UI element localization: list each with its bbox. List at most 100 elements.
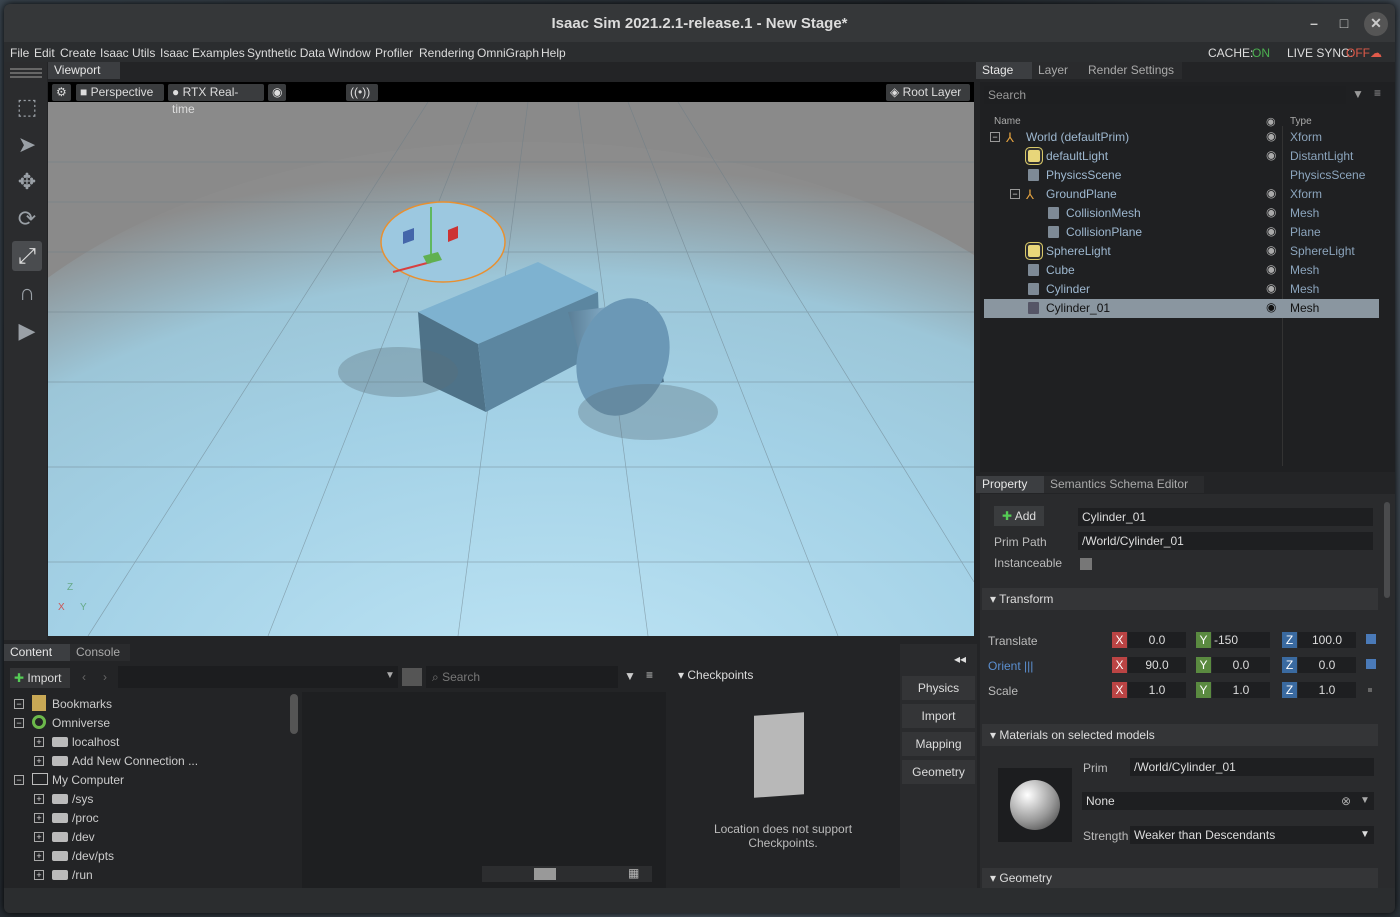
eye-icon[interactable]: ◉ — [1266, 262, 1276, 276]
collapse-icon[interactable]: − — [14, 718, 24, 728]
tree-sys[interactable]: /sys — [72, 792, 93, 806]
collapse-icon[interactable]: − — [14, 699, 24, 709]
physics-button[interactable]: Physics — [902, 676, 975, 700]
expand-icon[interactable]: + — [34, 756, 44, 766]
tab-semantics-schema-editor[interactable]: Semantics Schema Editor — [1044, 476, 1204, 493]
select-arrow-icon[interactable]: ➤ — [12, 130, 42, 160]
translate-key-icon[interactable] — [1366, 634, 1376, 644]
stage-row-defaultlight[interactable]: defaultLight ◉ DistantLight — [984, 147, 1379, 166]
tree-proc[interactable]: /proc — [72, 811, 99, 825]
stage-row-groundplane[interactable]: − ⅄ GroundPlane ◉ Xform — [984, 185, 1379, 204]
menu-isaac-examples[interactable]: Isaac Examples — [160, 46, 245, 60]
menu-isaac-utils[interactable]: Isaac Utils — [100, 46, 155, 60]
slider-handle[interactable] — [534, 868, 556, 880]
material-dropdown-icon[interactable]: ▼ — [1360, 795, 1370, 806]
translate-y-field[interactable]: -150 — [1212, 632, 1270, 648]
menu-create[interactable]: Create — [60, 46, 96, 60]
minimize-icon[interactable]: – — [1302, 12, 1326, 36]
bookmark-icon[interactable] — [402, 668, 422, 686]
collapse-icon[interactable]: − — [14, 775, 24, 785]
stage-options-icon[interactable]: ≡ — [1374, 86, 1381, 100]
filter-icon[interactable]: ▼ — [1352, 87, 1364, 101]
orient-key-icon[interactable] — [1366, 659, 1376, 669]
move-icon[interactable]: ✥ — [12, 167, 42, 197]
filter-icon[interactable]: ▼ — [624, 669, 636, 683]
menu-omnigraph[interactable]: OmniGraph — [477, 46, 539, 60]
viewport-canvas[interactable]: Z X Y — [48, 82, 974, 636]
stage-row-cylinder-01[interactable]: Cylinder_01 ◉ Mesh — [984, 299, 1379, 318]
viewport-scene[interactable] — [48, 82, 974, 636]
root-layer-button[interactable]: ◈ Root Layer — [886, 84, 970, 101]
add-button[interactable]: ✚ Add — [994, 506, 1044, 526]
tab-viewport[interactable]: Viewport — [48, 62, 120, 79]
stage-row-world[interactable]: − ⅄ World (defaultPrim) ◉ Xform — [984, 128, 1379, 147]
content-options-icon[interactable]: ≡ — [646, 668, 653, 682]
tab-render-settings[interactable]: Render Settings — [1082, 62, 1182, 79]
visibility-eye-icon[interactable]: ◉ — [268, 84, 287, 101]
expand-icon[interactable]: + — [34, 851, 44, 861]
eye-icon[interactable]: ◉ — [1266, 243, 1276, 257]
tree-add-connection[interactable]: Add New Connection ... — [72, 754, 198, 768]
cache-status[interactable]: ON — [1252, 46, 1270, 60]
stage-row-cube[interactable]: Cube ◉ Mesh — [984, 261, 1379, 280]
broadcast-icon[interactable]: ((•)) — [346, 84, 378, 101]
geometry-button[interactable]: Geometry — [902, 760, 975, 784]
eye-icon[interactable]: ◉ — [1266, 205, 1276, 219]
play-icon[interactable]: ▶ — [12, 316, 42, 346]
menu-profiler[interactable]: Profiler — [375, 46, 413, 60]
thumbnail-size-slider[interactable] — [482, 866, 652, 882]
menu-window[interactable]: Window — [328, 46, 371, 60]
geometry-section-header[interactable]: ▾ Geometry — [982, 868, 1378, 888]
clear-material-icon[interactable]: ⊗ — [1341, 794, 1351, 808]
rotate-icon[interactable]: ⟳ — [12, 204, 42, 234]
maximize-icon[interactable]: □ — [1332, 12, 1356, 36]
tree-localhost[interactable]: localhost — [72, 735, 119, 749]
stage-row-collisionplane[interactable]: CollisionPlane ◉ Plane — [984, 223, 1379, 242]
expand-icon[interactable]: + — [34, 737, 44, 747]
strength-select[interactable]: Weaker than Descendants — [1130, 826, 1374, 844]
collapse-icon[interactable]: − — [1010, 189, 1020, 199]
scale-key-icon[interactable] — [1368, 688, 1372, 692]
orient-x-field[interactable]: 90.0 — [1128, 657, 1186, 673]
stage-row-cylinder[interactable]: Cylinder ◉ Mesh — [984, 280, 1379, 299]
tree-dev[interactable]: /dev — [72, 830, 95, 844]
menu-help[interactable]: Help — [541, 46, 566, 60]
expand-icon[interactable]: + — [34, 813, 44, 823]
live-sync-status[interactable]: OFF — [1346, 46, 1370, 60]
tab-property[interactable]: Property — [976, 476, 1044, 493]
prim-name-field[interactable]: Cylinder_01 — [1078, 508, 1373, 526]
select-mode-icon[interactable]: ⬚ — [12, 92, 42, 122]
expand-icon[interactable]: + — [34, 794, 44, 804]
menu-file[interactable]: File — [10, 46, 29, 60]
orient-y-field[interactable]: 0.0 — [1212, 657, 1270, 673]
orient-label[interactable]: Orient ||| — [988, 659, 1033, 673]
instanceable-checkbox[interactable] — [1080, 558, 1092, 570]
eye-icon[interactable]: ◉ — [1266, 300, 1276, 314]
scale-x-field[interactable]: 1.0 — [1128, 682, 1186, 698]
scale-y-field[interactable]: 1.0 — [1212, 682, 1270, 698]
tab-content[interactable]: Content — [4, 644, 70, 661]
menu-rendering[interactable]: Rendering — [419, 46, 474, 60]
snap-magnet-icon[interactable]: ∩ — [12, 278, 42, 308]
stage-row-physicsscene[interactable]: PhysicsScene PhysicsScene — [984, 166, 1379, 185]
import-button[interactable]: ✚ Import — [10, 668, 70, 688]
eye-icon[interactable]: ◉ — [1266, 129, 1276, 143]
stage-row-collisionmesh[interactable]: CollisionMesh ◉ Mesh — [984, 204, 1379, 223]
forward-icon[interactable]: › — [103, 670, 107, 684]
close-icon[interactable]: ✕ — [1364, 12, 1388, 36]
eye-icon[interactable]: ◉ — [1266, 148, 1276, 162]
collapse-panel-icon[interactable]: ◂◂ — [954, 652, 966, 666]
grid-view-icon[interactable]: ▦ — [628, 866, 639, 880]
property-scrollbar[interactable] — [1384, 502, 1390, 598]
stage-search-input[interactable]: Search — [984, 86, 1346, 104]
strength-dropdown-icon[interactable]: ▼ — [1360, 829, 1370, 840]
menu-synthetic-data[interactable]: Synthetic Data — [247, 46, 325, 60]
tree-dev-pts[interactable]: /dev/pts — [72, 849, 114, 863]
menu-edit[interactable]: Edit — [34, 46, 55, 60]
orient-z-field[interactable]: 0.0 — [1298, 657, 1356, 673]
tree-run[interactable]: /run — [72, 868, 93, 882]
translate-x-field[interactable]: 0.0 — [1128, 632, 1186, 648]
material-select[interactable]: None — [1082, 792, 1374, 810]
eye-icon[interactable]: ◉ — [1266, 186, 1276, 200]
stage-row-spherelight[interactable]: SphereLight ◉ SphereLight — [984, 242, 1379, 261]
